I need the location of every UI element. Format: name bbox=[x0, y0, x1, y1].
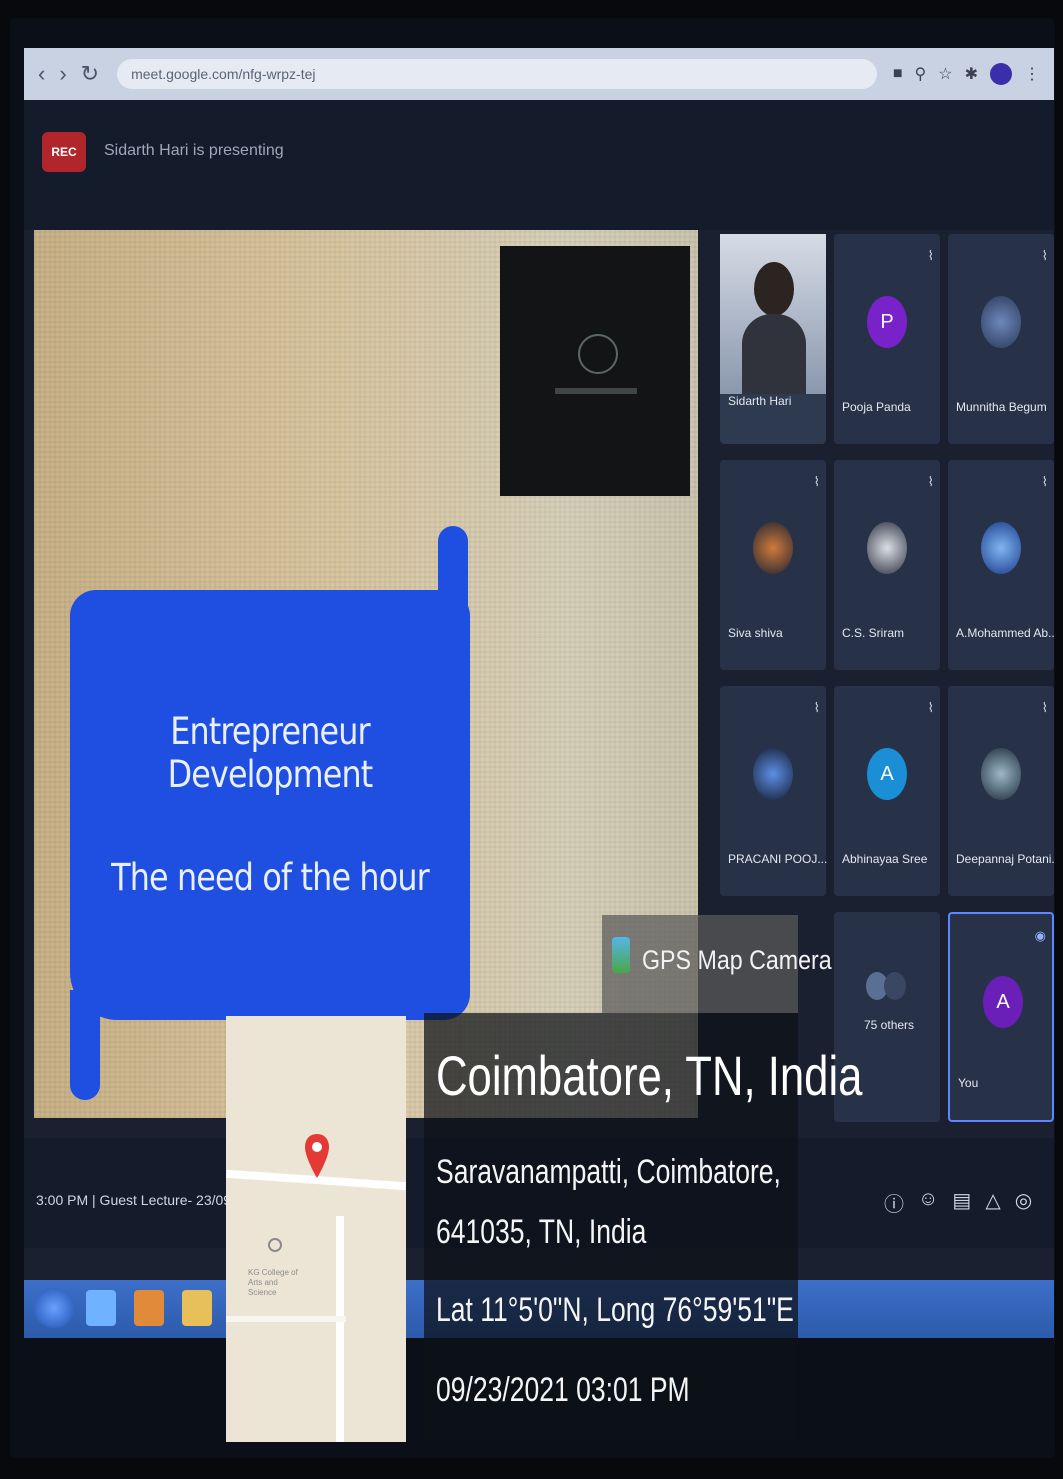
ie-icon[interactable] bbox=[86, 1290, 116, 1326]
presenter-video bbox=[500, 246, 690, 496]
participant-name: You bbox=[958, 1076, 979, 1090]
map-road bbox=[336, 1216, 344, 1442]
lock-icon[interactable]: ◎ bbox=[1015, 1188, 1032, 1217]
participant-tile[interactable]: ⌇ C.S. Sriram bbox=[834, 460, 940, 670]
gps-info-panel: Coimbatore, TN, India Saravanampatti, Co… bbox=[424, 1013, 862, 1441]
mic-off-icon: ⌇ bbox=[1041, 474, 1048, 489]
avatar bbox=[981, 522, 1021, 574]
participant-tile[interactable]: ⌇ PRACANI POOJ... bbox=[720, 686, 828, 896]
gps-camera-icon bbox=[612, 937, 630, 973]
camera-icon[interactable]: ■ bbox=[893, 65, 903, 83]
extensions-icon[interactable]: ✱ bbox=[965, 64, 978, 84]
browser-actions: ■ ⚲ ☆ ✱ ⋮ bbox=[893, 63, 1040, 85]
participant-tile[interactable]: ⌇ Deepannaj Potani... bbox=[948, 686, 1054, 896]
mic-off-icon: ⌇ bbox=[927, 248, 934, 263]
avatar bbox=[981, 296, 1021, 348]
search-icon[interactable]: ⚲ bbox=[915, 64, 927, 84]
participant-tile[interactable]: ⌇ A.Mohammed Ab... bbox=[948, 460, 1054, 670]
poi-marker-icon bbox=[268, 1238, 282, 1252]
mic-off-icon: ⌇ bbox=[927, 474, 934, 489]
slide-title: Entrepreneur Development bbox=[167, 710, 374, 796]
avatar bbox=[981, 748, 1021, 800]
presenting-status: Sidarth Hari is presenting bbox=[104, 142, 284, 159]
address-line-2: 641035, TN, India bbox=[436, 1213, 647, 1251]
participant-name: Siva shiva bbox=[728, 626, 783, 640]
avatar: P bbox=[867, 296, 907, 348]
participant-tile[interactable]: ⌇ A Abhinayaa Sree bbox=[834, 686, 940, 896]
avatar bbox=[753, 522, 793, 574]
participant-tile-self[interactable]: ◉ A You bbox=[948, 912, 1054, 1122]
participant-name: Munnitha Begum bbox=[956, 400, 1047, 414]
avatar bbox=[867, 522, 907, 574]
participant-name: Pooja Panda bbox=[842, 400, 911, 414]
star-icon[interactable]: ☆ bbox=[938, 64, 952, 84]
mic-off-icon: ⌇ bbox=[1041, 700, 1048, 715]
logo-icon bbox=[578, 334, 618, 374]
logo-text-bar bbox=[555, 388, 637, 394]
activities-icon[interactable]: △ bbox=[985, 1188, 1000, 1217]
participant-tile[interactable]: ⌇ Siva shiva bbox=[720, 460, 826, 670]
participant-tile[interactable]: ⌇ P Pooja Panda bbox=[834, 234, 940, 444]
coordinates: Lat 11°5'0"N, Long 76°59'51"E bbox=[436, 1291, 794, 1329]
scroll-shape-bottom bbox=[70, 990, 100, 1100]
address-bar[interactable]: meet.google.com/nfg-wrpz-tej bbox=[117, 59, 878, 89]
participant-name: C.S. Sriram bbox=[842, 626, 905, 640]
participant-name: Deepannaj Potani... bbox=[956, 852, 1054, 866]
slide-subtitle: The need of the hour bbox=[111, 856, 430, 899]
gps-app-label: GPS Map Camera bbox=[642, 945, 832, 975]
poi-label: KG College of Arts and Science bbox=[248, 1268, 298, 1297]
participant-name: Abhinayaa Sree bbox=[842, 852, 928, 866]
profile-avatar[interactable] bbox=[990, 63, 1012, 85]
meet-header: REC Sidarth Hari is presenting bbox=[24, 100, 1054, 230]
mic-off-icon: ⌇ bbox=[813, 474, 820, 489]
participant-name: PRACANI POOJ... bbox=[728, 852, 828, 866]
gps-app-badge: GPS Map Camera bbox=[602, 915, 832, 1013]
address-line-1: Saravanampatti, Coimbatore, bbox=[436, 1153, 781, 1191]
mic-off-icon: ⌇ bbox=[1041, 248, 1048, 263]
mic-off-icon: ⌇ bbox=[927, 700, 934, 715]
participant-tile[interactable]: ⌇ Munnitha Begum bbox=[948, 234, 1054, 444]
scroll-banner bbox=[70, 590, 470, 1020]
location-city: Coimbatore, TN, India bbox=[436, 1044, 863, 1107]
meet-side-controls: ⓘ ☺ ▤ △ ◎ bbox=[884, 1188, 1032, 1217]
chat-icon[interactable]: ▤ bbox=[952, 1188, 971, 1217]
reload-icon[interactable]: ↻ bbox=[81, 61, 99, 87]
folder-icon[interactable] bbox=[182, 1290, 212, 1326]
avatar bbox=[753, 748, 793, 800]
speaker-icon: ◉ bbox=[1034, 928, 1046, 943]
menu-icon[interactable]: ⋮ bbox=[1024, 64, 1040, 84]
participant-name: A.Mohammed Ab... bbox=[956, 626, 1054, 640]
start-icon[interactable] bbox=[34, 1288, 74, 1328]
participant-tile[interactable]: Sidarth Hari bbox=[720, 234, 826, 444]
avatar: A bbox=[983, 976, 1023, 1028]
forward-icon[interactable]: › bbox=[59, 61, 66, 87]
people-icon[interactable]: ☺ bbox=[918, 1188, 938, 1217]
timestamp: 09/23/2021 03:01 PM bbox=[436, 1371, 690, 1409]
info-icon[interactable]: ⓘ bbox=[884, 1188, 904, 1217]
person-body bbox=[742, 314, 806, 394]
avatar bbox=[884, 972, 906, 1000]
recording-badge: REC bbox=[42, 132, 86, 172]
avatar: A bbox=[867, 748, 907, 800]
presentation-slide: Entrepreneur Development The need of the… bbox=[34, 230, 698, 1118]
browser-toolbar: ‹ › ↻ meet.google.com/nfg-wrpz-tej ■ ⚲ ☆… bbox=[24, 48, 1054, 100]
map-pin-icon bbox=[305, 1134, 329, 1178]
media-player-icon[interactable] bbox=[134, 1290, 164, 1326]
location-map: KG College of Arts and Science bbox=[226, 1016, 406, 1442]
person-head bbox=[754, 262, 794, 316]
mic-off-icon: ⌇ bbox=[813, 700, 820, 715]
map-road bbox=[226, 1316, 346, 1322]
participant-name: Sidarth Hari bbox=[728, 394, 792, 408]
back-icon[interactable]: ‹ bbox=[38, 61, 45, 87]
